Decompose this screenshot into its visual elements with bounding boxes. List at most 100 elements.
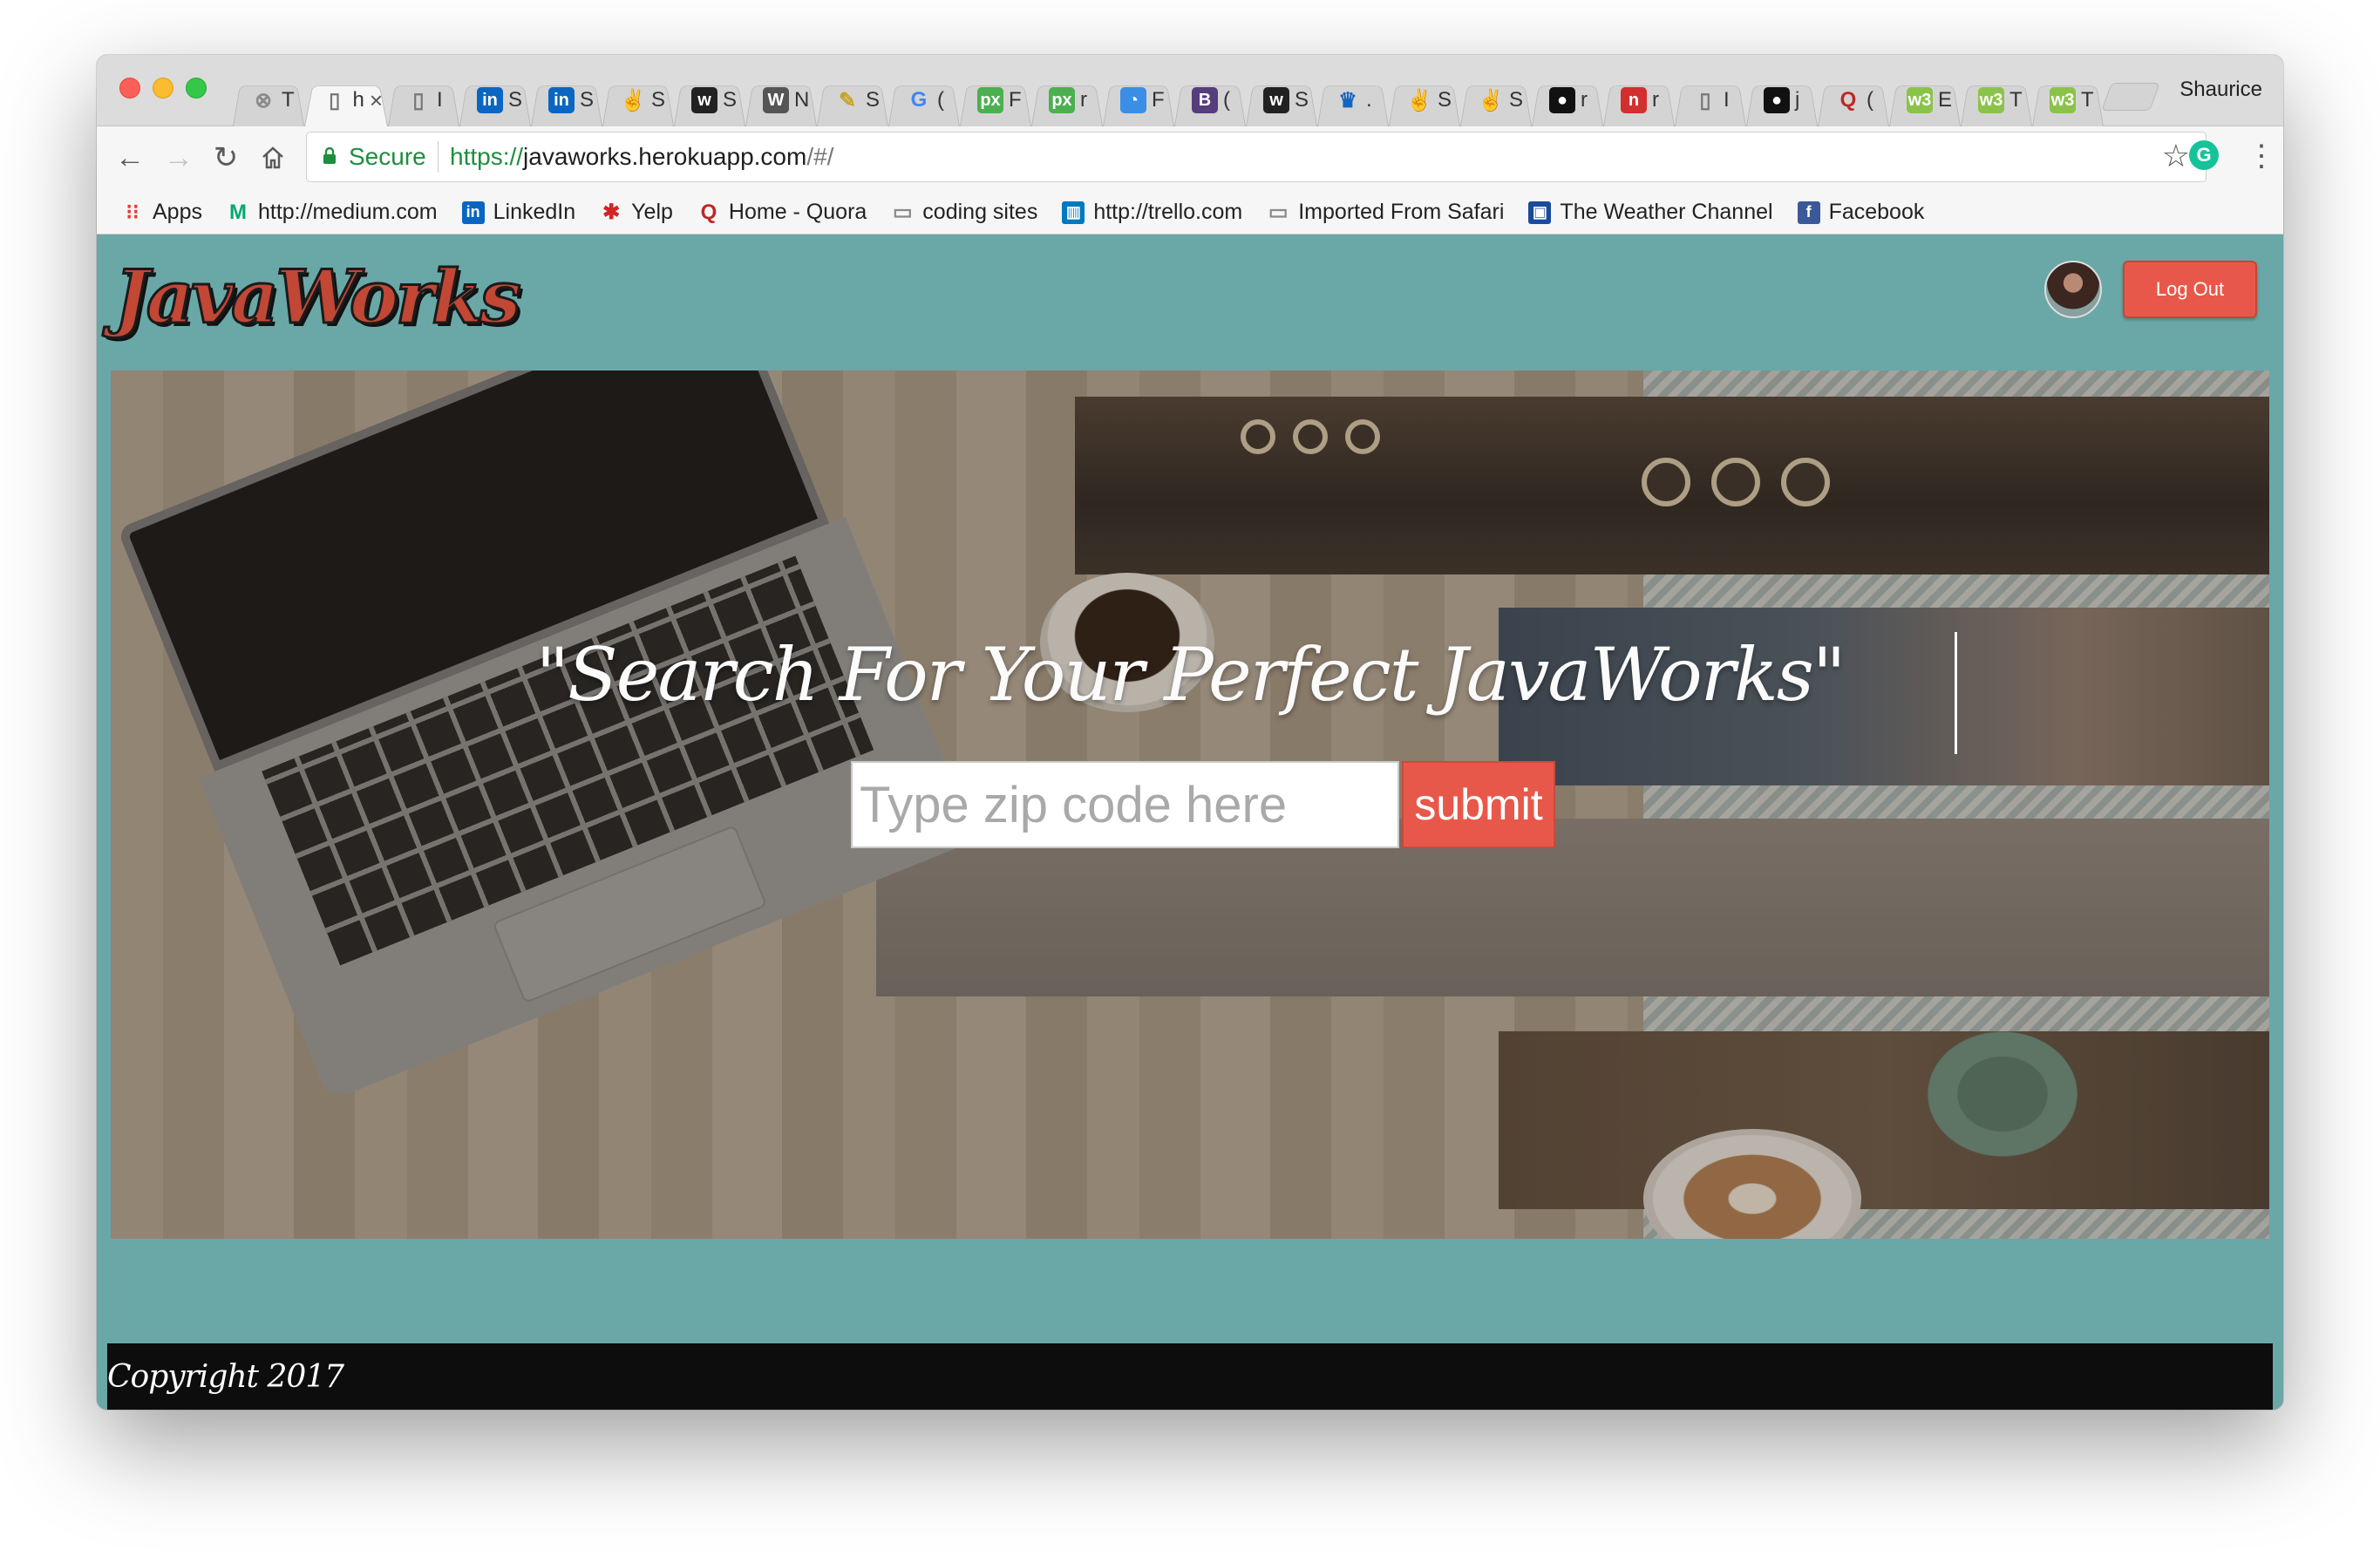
browser-tab[interactable]: ✌ S	[1384, 74, 1455, 126]
browser-tab[interactable]: in S	[526, 74, 597, 126]
forward-arrow-icon[interactable]: →	[161, 140, 196, 175]
page-content: JavaWorks Log Out "Search For Your Perfe…	[97, 235, 2283, 1410]
tab-title: (	[937, 88, 944, 112]
tab-title: I	[1724, 88, 1730, 112]
weather-channel-icon: ▣	[1528, 201, 1552, 224]
javaworks-logo[interactable]: JavaWorks	[113, 253, 523, 342]
browser-tab[interactable]: WN	[740, 74, 812, 126]
footer-bar	[107, 1343, 2273, 1410]
bookmark-label: Home - Quora	[728, 200, 867, 224]
browser-tab[interactable]: ⊗ T	[228, 74, 299, 126]
tab-title: S	[1438, 88, 1452, 112]
logout-button[interactable]: Log Out	[2123, 261, 2257, 318]
browser-tab[interactable]: ● r	[1527, 74, 1598, 126]
close-window-button[interactable]	[119, 78, 140, 99]
page-icon: ▯	[329, 88, 341, 112]
browser-tab[interactable]: wS	[669, 74, 740, 126]
px-icon: px	[977, 87, 1003, 113]
bookmark-label: The Weather Channel	[1560, 200, 1773, 224]
browser-tab[interactable]: in S	[454, 74, 526, 126]
bookmark-star-icon[interactable]: ☆	[2162, 138, 2190, 174]
tab-strip: ⊗ T ▯ h × ▯ Iin Sin S ✌ Sw S W N ✎ S G(px Fpx r ◔ F B(w S ♛. ✌ S ✌…	[97, 55, 2283, 126]
grammarly-icon[interactable]: G	[2189, 140, 2219, 170]
browser-tab[interactable]: ▯ I	[383, 74, 454, 126]
hero-banner: "Search For Your Perfect JavaWorks" subm…	[111, 371, 2269, 1239]
tab-title: j	[1795, 88, 1800, 112]
user-avatar[interactable]	[2044, 261, 2102, 318]
bookmark-label: Imported From Safari	[1298, 200, 1505, 224]
minimize-window-button[interactable]	[153, 78, 173, 99]
browser-tab[interactable]: G(	[883, 74, 955, 126]
tab-title: S	[580, 88, 595, 112]
quora-icon: Q	[700, 200, 717, 224]
bookmark-item[interactable]: Mhttp://medium.com	[227, 200, 438, 225]
back-arrow-icon[interactable]: ←	[112, 140, 147, 175]
browser-tab[interactable]: ▯ h ×	[299, 74, 383, 126]
browser-tab[interactable]: ✎ S	[812, 74, 883, 126]
bookmark-item[interactable]: in LinkedIn	[461, 200, 576, 225]
browser-tab[interactable]: nr	[1598, 74, 1669, 126]
browser-tab[interactable]: Q(	[1812, 74, 1884, 126]
new-tab-button[interactable]	[2101, 83, 2160, 111]
secure-label: Secure	[349, 143, 426, 170]
folder-icon: ▭	[1268, 201, 1289, 224]
tab-title: S	[1509, 88, 1524, 112]
browser-tab[interactable]: wS	[1241, 74, 1312, 126]
url-scheme: https://	[450, 143, 524, 170]
tab-title: T	[2081, 88, 2094, 112]
maximize-window-button[interactable]	[186, 78, 207, 99]
bookmark-label: http://medium.com	[257, 200, 438, 224]
tab-title: S	[508, 88, 523, 112]
bookmark-label: coding sites	[922, 200, 1038, 224]
url-host: javaworks.herokuapp.com	[523, 143, 807, 170]
tab-title: (	[1223, 88, 1230, 112]
browser-tab[interactable]: w3 T	[1955, 74, 2027, 126]
bookmark-item[interactable]: Q Home - Quora	[697, 200, 867, 225]
browser-tab[interactable]: ♛.	[1312, 74, 1384, 126]
browser-tab[interactable]: w3 T	[2027, 74, 2098, 126]
bookmark-item[interactable]: ⁝⁝ Apps	[121, 200, 202, 225]
angellist-icon: ✌	[1478, 88, 1504, 112]
bookmark-label: Apps	[153, 200, 202, 224]
reload-icon[interactable]: ↻	[208, 140, 243, 175]
browser-tab[interactable]: ◔ F	[1098, 74, 1169, 126]
tab-title: N	[794, 88, 810, 112]
bookmark-item[interactable]: ▭ Imported From Safari	[1267, 200, 1505, 225]
browser-tab[interactable]: ▯ I	[1669, 74, 1741, 126]
tab-title: I	[437, 88, 443, 112]
browser-tab[interactable]: w3 E	[1884, 74, 1955, 126]
tab-title: T	[2009, 88, 2023, 112]
url-text[interactable]: https://javaworks.herokuapp.com/#/	[450, 143, 833, 171]
browser-tab[interactable]: ✌ S	[1455, 74, 1527, 126]
zip-code-input[interactable]	[851, 761, 1399, 848]
bookmark-label: Yelp	[631, 200, 673, 224]
tab-title: (	[1867, 88, 1873, 112]
browser-tab[interactable]: ● j	[1741, 74, 1812, 126]
browser-tab[interactable]: px F	[955, 74, 1026, 126]
hero-heading: "Search For Your Perfect JavaWorks"	[535, 632, 1846, 717]
bookmark-item[interactable]: ✱ Yelp	[600, 200, 673, 225]
browser-tab[interactable]: B(	[1169, 74, 1241, 126]
profile-name[interactable]: Shaurice	[2179, 78, 2262, 102]
address-bar[interactable]: Secure https://javaworks.herokuapp.com/#…	[306, 132, 2207, 182]
bookmark-label: LinkedIn	[493, 200, 576, 224]
browser-menu-icon[interactable]: ⋮	[2247, 139, 2276, 173]
home-icon[interactable]	[255, 140, 290, 175]
close-tab-icon[interactable]: ×	[370, 87, 383, 114]
angellist-icon: ✌	[620, 88, 646, 112]
bookmark-item[interactable]: ▥ http://trello.com	[1062, 200, 1242, 225]
submit-button[interactable]: submit	[1402, 761, 1555, 848]
tab-title: F	[1152, 88, 1165, 112]
linkedin-icon: in	[548, 87, 575, 113]
w-icon: w	[1263, 87, 1289, 113]
angellist-icon: ✌	[1406, 88, 1432, 112]
folder-icon: ▭	[892, 201, 913, 224]
bookmark-item[interactable]: f Facebook	[1797, 200, 1924, 225]
tab-title: E	[1938, 88, 1953, 112]
browser-tab[interactable]: px r	[1026, 74, 1098, 126]
tab-title: r	[1581, 88, 1588, 112]
browser-tab[interactable]: ✌ S	[597, 74, 669, 126]
bookmark-item[interactable]: ▭ coding sites	[891, 200, 1037, 225]
bookmark-item[interactable]: ▣ The Weather Channel	[1528, 200, 1773, 225]
pencil-icon: ✎	[838, 88, 857, 112]
